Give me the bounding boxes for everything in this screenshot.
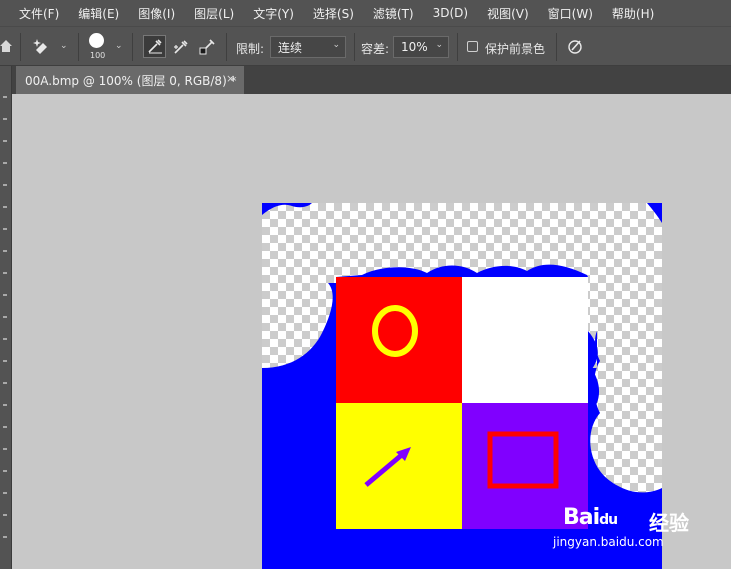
separator	[78, 33, 79, 61]
menu-3d[interactable]: 3D(D)	[414, 6, 468, 20]
menu-edit[interactable]: 编辑(E)	[59, 5, 119, 22]
pressure-icon[interactable]	[567, 38, 584, 55]
tool-button[interactable]	[3, 360, 7, 362]
tolerance-value: 10%	[401, 40, 428, 54]
tool-button[interactable]	[3, 470, 7, 472]
tool-button[interactable]	[3, 448, 7, 450]
menu-bar: 文件(F) 编辑(E) 图像(I) 图层(L) 文字(Y) 选择(S) 滤镜(T…	[0, 0, 731, 26]
menu-select[interactable]: 选择(S)	[294, 5, 354, 22]
chevron-down-icon: ⌄	[435, 40, 443, 50]
separator	[354, 33, 355, 61]
limit-select-value: 连续	[278, 40, 303, 55]
tool-button[interactable]	[3, 118, 7, 120]
menu-type[interactable]: 文字(Y)	[234, 5, 294, 22]
tool-button[interactable]	[3, 316, 7, 318]
chevron-down-icon: ⌄	[332, 40, 340, 50]
home-icon[interactable]	[0, 39, 12, 53]
document-tab[interactable]: 00A.bmp @ 100% (图层 0, RGB/8) * ×	[16, 66, 244, 94]
separator	[457, 33, 458, 61]
limit-label: 限制:	[236, 42, 265, 56]
tool-button[interactable]	[3, 382, 7, 384]
options-bar: ⌄ 100 ⌄ 限制: 连续 ⌄ 容差: 10% ⌄ 保护前景色	[0, 26, 731, 66]
blue-left-mid	[262, 283, 336, 569]
tool-preset-chevron-down-icon[interactable]: ⌄	[60, 41, 68, 51]
quadrant-white	[462, 277, 588, 403]
menu-file[interactable]: 文件(F)	[0, 5, 59, 22]
tool-button[interactable]	[3, 228, 7, 230]
watermark-logo: Baidu	[563, 505, 618, 530]
tools-panel	[0, 66, 12, 569]
eyedropper-sample-icon[interactable]	[198, 38, 216, 56]
quadrant-yellow	[336, 403, 462, 529]
separator	[20, 33, 21, 61]
blue-scallop-top	[336, 264, 588, 277]
brush-preview-icon[interactable]	[89, 33, 104, 48]
tool-button[interactable]	[3, 536, 7, 538]
tool-button[interactable]	[3, 250, 7, 252]
menu-view[interactable]: 视图(V)	[468, 5, 529, 22]
separator	[556, 33, 557, 61]
tool-button[interactable]	[3, 184, 7, 186]
quadrant-red	[336, 277, 462, 403]
tolerance-input[interactable]: 10% ⌄	[393, 36, 449, 58]
eyedropper-plus-icon[interactable]	[172, 38, 190, 56]
close-icon[interactable]: ×	[226, 72, 235, 85]
blue-top-left	[262, 203, 312, 215]
tool-button[interactable]	[3, 514, 7, 516]
tolerance-label: 容差:	[361, 42, 390, 56]
brush-chevron-down-icon[interactable]: ⌄	[115, 41, 123, 51]
separator	[226, 33, 227, 61]
tool-button[interactable]	[3, 162, 7, 164]
protect-foreground-label: 保护前景色	[485, 42, 546, 56]
tool-button[interactable]	[3, 426, 7, 428]
menu-image[interactable]: 图像(I)	[119, 5, 175, 22]
document-tab-bar: 00A.bmp @ 100% (图层 0, RGB/8) * ×	[12, 66, 731, 94]
tool-button[interactable]	[3, 96, 7, 98]
tool-button[interactable]	[3, 492, 7, 494]
tool-button[interactable]	[3, 272, 7, 274]
menu-help[interactable]: 帮助(H)	[593, 5, 654, 22]
menu-layer[interactable]: 图层(L)	[175, 5, 234, 22]
document-tab-title: 00A.bmp @ 100% (图层 0, RGB/8) *	[25, 74, 237, 88]
baidu-watermark: Baidu 经验 jingyan.baidu.com	[553, 505, 693, 557]
menu-window[interactable]: 窗口(W)	[529, 5, 593, 22]
watermark-url: jingyan.baidu.com	[553, 535, 664, 549]
tool-button[interactable]	[3, 338, 7, 340]
separator	[132, 33, 133, 61]
eyedropper-antialias-icon	[148, 39, 162, 54]
protect-foreground-checkbox[interactable]	[467, 41, 478, 52]
tool-button[interactable]	[3, 140, 7, 142]
blue-top-right	[647, 203, 662, 223]
limit-select[interactable]: 连续 ⌄	[270, 36, 346, 58]
magic-eraser-tool-icon[interactable]	[32, 36, 52, 56]
tool-button[interactable]	[3, 404, 7, 406]
menu-filter[interactable]: 滤镜(T)	[354, 5, 414, 22]
brush-size-value: 100	[90, 51, 106, 60]
tool-button[interactable]	[3, 294, 7, 296]
watermark-suffix: 经验	[649, 511, 689, 535]
tool-button[interactable]	[3, 206, 7, 208]
